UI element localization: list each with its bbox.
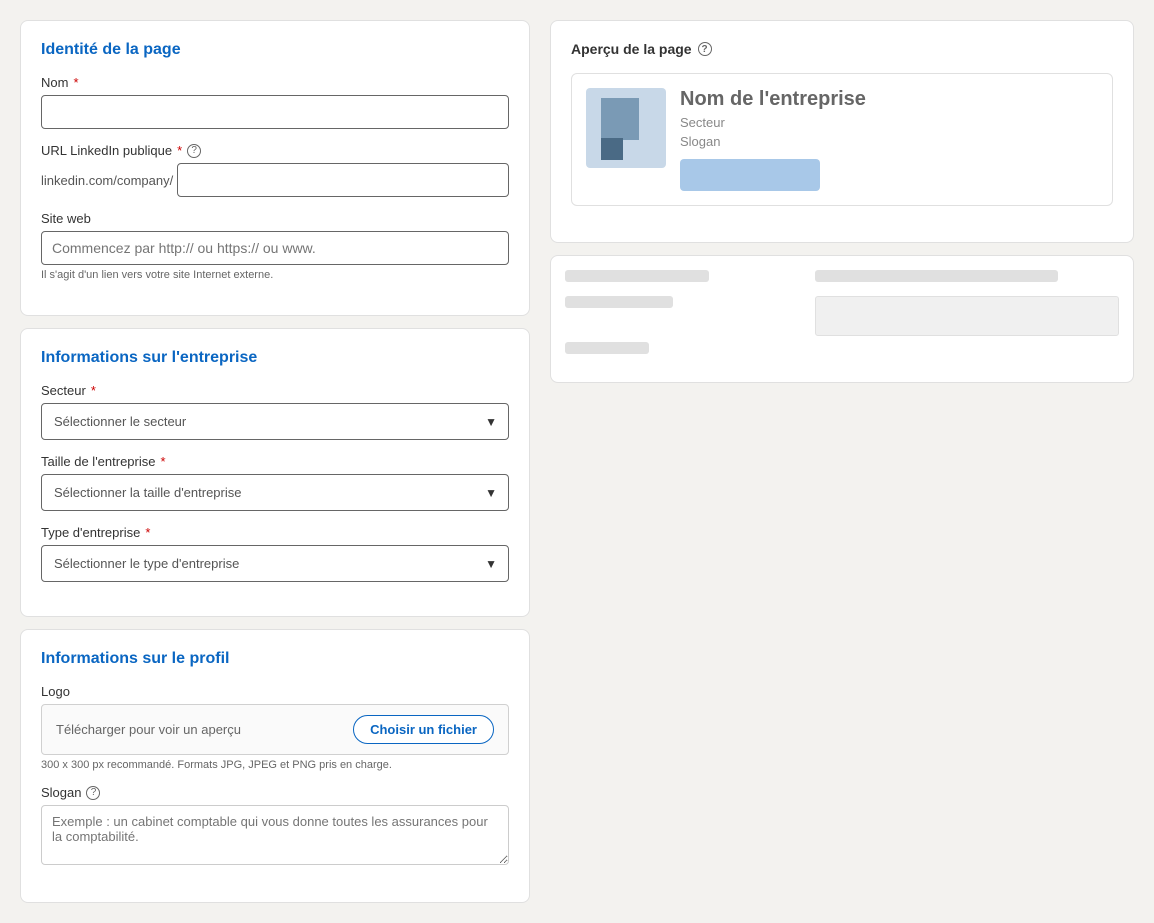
logo-field-group: Logo Télécharger pour voir un aperçu Cho… xyxy=(41,684,509,771)
url-help-icon[interactable]: ? xyxy=(187,144,201,158)
preview-title: Aperçu de la page xyxy=(571,41,692,57)
skeleton-left-1 xyxy=(565,270,805,290)
url-prefix: linkedin.com/company/ xyxy=(41,173,173,188)
skeleton-row-1 xyxy=(565,270,1119,290)
size-field-group: Taille de l'entreprise* Sélectionner la … xyxy=(41,454,509,511)
skeleton-right-1 xyxy=(815,270,1119,290)
skeleton-left-3 xyxy=(565,342,805,362)
upload-hint-text: Télécharger pour voir un aperçu xyxy=(56,722,241,737)
choose-file-button[interactable]: Choisir un fichier xyxy=(353,715,494,744)
logo-label: Logo xyxy=(41,684,509,699)
company-info-title: Informations sur l'entreprise xyxy=(41,349,509,367)
left-panel: Identité de la page Nom* URL LinkedIn pu… xyxy=(20,20,530,903)
website-hint: Il s'agit d'un lien vers votre site Inte… xyxy=(41,269,509,281)
profile-info-title: Informations sur le profil xyxy=(41,650,509,668)
logo-hint: 300 x 300 px recommandé. Formats JPG, JP… xyxy=(41,759,509,771)
name-input[interactable] xyxy=(41,95,509,129)
url-input[interactable] xyxy=(177,163,509,197)
sector-label: Secteur* xyxy=(41,383,509,398)
size-select[interactable]: Sélectionner la taille d'entreprise xyxy=(41,474,509,511)
skeleton-box xyxy=(815,296,1119,336)
skeleton-left-2 xyxy=(565,296,805,336)
company-info-section: Informations sur l'entreprise Secteur* S… xyxy=(20,328,530,617)
type-label: Type d'entreprise* xyxy=(41,525,509,540)
sector-select[interactable]: Sélectionner le secteur xyxy=(41,403,509,440)
profile-info-section: Informations sur le profil Logo Téléchar… xyxy=(20,629,530,903)
identity-title: Identité de la page xyxy=(41,41,509,59)
url-label: URL LinkedIn publique* ? xyxy=(41,143,509,158)
type-field-group: Type d'entreprise* Sélectionner le type … xyxy=(41,525,509,582)
preview-company-block: Nom de l'entreprise Secteur Slogan xyxy=(571,73,1113,206)
follow-button-preview xyxy=(680,159,820,191)
skeleton-bar xyxy=(565,296,673,308)
name-label: Nom* xyxy=(41,75,509,90)
name-field-group: Nom* xyxy=(41,75,509,129)
logo-upload-area: Télécharger pour voir un aperçu Choisir … xyxy=(41,704,509,755)
website-input[interactable] xyxy=(41,231,509,265)
skeleton-right-2 xyxy=(815,296,1119,336)
type-select-wrapper: Sélectionner le type d'entreprise ▼ xyxy=(41,545,509,582)
right-panel: Aperçu de la page ? Nom de l'entreprise … xyxy=(550,20,1134,903)
identity-section: Identité de la page Nom* URL LinkedIn pu… xyxy=(20,20,530,316)
company-slogan-preview: Slogan xyxy=(680,134,1098,149)
skeleton-row-2 xyxy=(565,296,1119,336)
slogan-field-group: Slogan ? xyxy=(41,785,509,868)
url-field-group: URL LinkedIn publique* ? linkedin.com/co… xyxy=(41,143,509,197)
website-field-group: Site web Il s'agit d'un lien vers votre … xyxy=(41,211,509,281)
slogan-help-icon[interactable]: ? xyxy=(86,786,100,800)
preview-card: Aperçu de la page ? Nom de l'entreprise … xyxy=(550,20,1134,243)
preview-header: Aperçu de la page ? xyxy=(571,41,1113,57)
slogan-label: Slogan ? xyxy=(41,785,509,800)
type-select[interactable]: Sélectionner le type d'entreprise xyxy=(41,545,509,582)
skeleton-row-3 xyxy=(565,342,1119,362)
skeleton-bar xyxy=(565,342,649,354)
size-select-wrapper: Sélectionner la taille d'entreprise ▼ xyxy=(41,474,509,511)
company-sector-preview: Secteur xyxy=(680,115,1098,130)
skeleton-bar xyxy=(565,270,709,282)
company-info-preview: Nom de l'entreprise Secteur Slogan xyxy=(680,88,1098,191)
company-name-preview: Nom de l'entreprise xyxy=(680,88,1098,111)
preview-help-icon[interactable]: ? xyxy=(698,42,712,56)
skeleton-bar xyxy=(815,270,1058,282)
skeleton-preview xyxy=(550,255,1134,383)
sector-select-wrapper: Sélectionner le secteur ▼ xyxy=(41,403,509,440)
website-label: Site web xyxy=(41,211,509,226)
size-label: Taille de l'entreprise* xyxy=(41,454,509,469)
logo-placeholder xyxy=(586,88,666,168)
sector-field-group: Secteur* Sélectionner le secteur ▼ xyxy=(41,383,509,440)
slogan-textarea[interactable] xyxy=(41,805,509,865)
